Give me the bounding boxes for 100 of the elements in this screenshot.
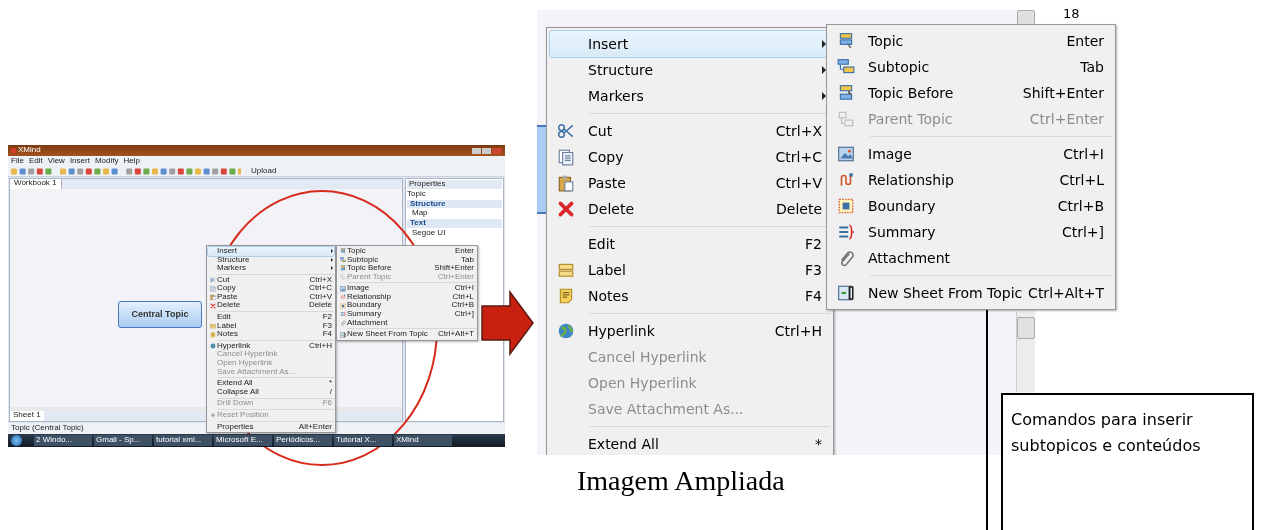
- submenu-caret-icon: [820, 40, 828, 48]
- menu-bar-item[interactable]: View: [47, 156, 65, 166]
- page-number: 18: [1063, 6, 1080, 21]
- menu-item[interactable]: Cut Ctrl+X: [208, 275, 334, 285]
- start-button[interactable]: [11, 435, 22, 446]
- menu-item[interactable]: Cut Ctrl+X: [550, 118, 830, 144]
- parent-topic-icon: [339, 274, 346, 281]
- menu-item[interactable]: Notes F4: [550, 283, 830, 309]
- summary-icon: [837, 223, 855, 241]
- menu-item[interactable]: Relationship Ctrl+L: [338, 292, 476, 302]
- menu-item[interactable]: Topic Before Shift+Enter: [338, 264, 476, 273]
- label-icon: [209, 323, 216, 330]
- sheet-tab[interactable]: Sheet 1: [10, 411, 44, 421]
- menu-item[interactable]: Extend All *: [208, 379, 334, 388]
- menu-item[interactable]: Delete Delete: [550, 196, 830, 222]
- image-icon: [837, 145, 855, 163]
- menu-item[interactable]: Structure: [208, 255, 334, 265]
- taskbar-button[interactable]: 2 Windo...: [34, 435, 92, 446]
- menu-item[interactable]: Edit F2: [550, 231, 830, 257]
- submenu-caret-icon: [820, 92, 828, 100]
- taskbar-button[interactable]: XMind: [394, 435, 452, 446]
- menu-item[interactable]: Subtopic Tab: [338, 255, 476, 265]
- menu-item[interactable]: Edit F2: [208, 313, 334, 322]
- copy-icon: [209, 285, 216, 292]
- taskbar-button[interactable]: Tutorial X...: [334, 435, 392, 446]
- menu-item[interactable]: Boundary Ctrl+B: [338, 301, 476, 311]
- menu-item[interactable]: Summary Ctrl+]: [338, 310, 476, 319]
- taskbar-button[interactable]: tutorial xml...: [154, 435, 212, 446]
- paperclip-icon: [339, 320, 346, 327]
- subtopic-icon: [339, 256, 346, 263]
- menu-item[interactable]: Label F3: [208, 321, 334, 331]
- menu-bar-item[interactable]: Help: [123, 156, 140, 166]
- app-logo-icon: [11, 148, 16, 153]
- subtopic-icon: [837, 58, 855, 76]
- notes-icon: [209, 331, 216, 338]
- panel-title: Properties: [407, 180, 502, 189]
- window-title: XMind: [18, 146, 42, 155]
- menu-item[interactable]: Attachment: [830, 245, 1112, 271]
- topic-before-icon: [837, 84, 855, 102]
- boundary-icon: [837, 197, 855, 215]
- menu-item[interactable]: Notes F4: [208, 330, 334, 339]
- menu-item[interactable]: Attachment: [338, 318, 476, 328]
- taskbar-button[interactable]: Microsoft E...: [214, 435, 272, 446]
- taskbar-button[interactable]: Gmail - Sp...: [94, 435, 152, 446]
- delete-icon: [209, 302, 216, 309]
- menu-bar-item[interactable]: Edit: [28, 156, 43, 166]
- menu-item[interactable]: Copy Ctrl+C: [208, 284, 334, 293]
- menu-item[interactable]: Structure: [550, 57, 830, 83]
- section-header[interactable]: Structure: [407, 199, 502, 209]
- central-topic[interactable]: Central Topic: [118, 301, 202, 328]
- menu-item[interactable]: Hyperlink Ctrl+H: [550, 318, 830, 344]
- delete-icon: [557, 200, 575, 218]
- menu-item[interactable]: Topic Enter: [338, 247, 476, 256]
- taskbar-button[interactable]: Periódicos...: [274, 435, 332, 446]
- menu-item[interactable]: Summary Ctrl+]: [830, 219, 1112, 245]
- scissors-icon: [557, 122, 575, 140]
- topic-icon: [837, 32, 855, 50]
- topic-before-icon: [339, 265, 346, 272]
- menu-item[interactable]: Label F3: [550, 257, 830, 283]
- submenu-caret-icon: [820, 66, 828, 74]
- menu-bar-item[interactable]: Modify: [94, 156, 119, 166]
- menu-item[interactable]: Paste Ctrl+V: [208, 292, 334, 302]
- menu-item[interactable]: Markers: [550, 83, 830, 109]
- menu-item[interactable]: Image Ctrl+I: [338, 284, 476, 293]
- copy-icon: [557, 148, 575, 166]
- menu-item[interactable]: Markers: [208, 264, 334, 273]
- menu-item[interactable]: Paste Ctrl+V: [550, 170, 830, 196]
- section-value: Segoe UI: [411, 229, 447, 238]
- menu-item[interactable]: New Sheet From Topic Ctrl+Alt+T: [830, 280, 1112, 306]
- section-value: Map: [411, 209, 429, 219]
- menu-bar-item[interactable]: Insert: [69, 156, 90, 166]
- menu-item[interactable]: Image Ctrl+I: [830, 141, 1112, 167]
- globe-icon: [557, 322, 575, 340]
- paste-icon: [209, 294, 216, 301]
- menu-item[interactable]: Collapse All /: [208, 387, 334, 397]
- menu-item[interactable]: Relationship Ctrl+L: [830, 167, 1112, 193]
- menu-item[interactable]: Copy Ctrl+C: [550, 144, 830, 170]
- menu-item[interactable]: Properties Alt+Enter: [208, 422, 334, 432]
- section-header[interactable]: Text: [407, 219, 502, 228]
- menu-bar-item[interactable]: File: [11, 156, 24, 166]
- menu-item[interactable]: Topic Before Shift+Enter: [830, 80, 1112, 106]
- menu-item[interactable]: Hyperlink Ctrl+H: [208, 341, 334, 351]
- topic-icon: [339, 248, 346, 255]
- menu-item[interactable]: Insert: [208, 247, 334, 256]
- menu-item[interactable]: Subtopic Tab: [830, 54, 1112, 80]
- scissors-icon: [209, 277, 216, 284]
- label-icon: [557, 261, 575, 279]
- menu-item[interactable]: Topic Enter: [830, 28, 1112, 54]
- menu-item[interactable]: Delete Delete: [208, 301, 334, 311]
- upload-button[interactable]: Upload: [249, 166, 279, 176]
- notes-icon: [557, 287, 575, 305]
- panel-label: Topic: [407, 189, 427, 199]
- image-icon: [339, 285, 346, 292]
- figure-caption: Imagem Ampliada: [577, 465, 785, 497]
- menu-item[interactable]: New Sheet From Topic Ctrl+Alt+T: [338, 330, 476, 339]
- globe-icon: [209, 343, 216, 350]
- menu-item[interactable]: Boundary Ctrl+B: [830, 193, 1112, 219]
- right-arrow: [481, 289, 534, 357]
- menu-item[interactable]: Extend All *: [550, 431, 830, 455]
- window-controls-icon: [472, 147, 502, 154]
